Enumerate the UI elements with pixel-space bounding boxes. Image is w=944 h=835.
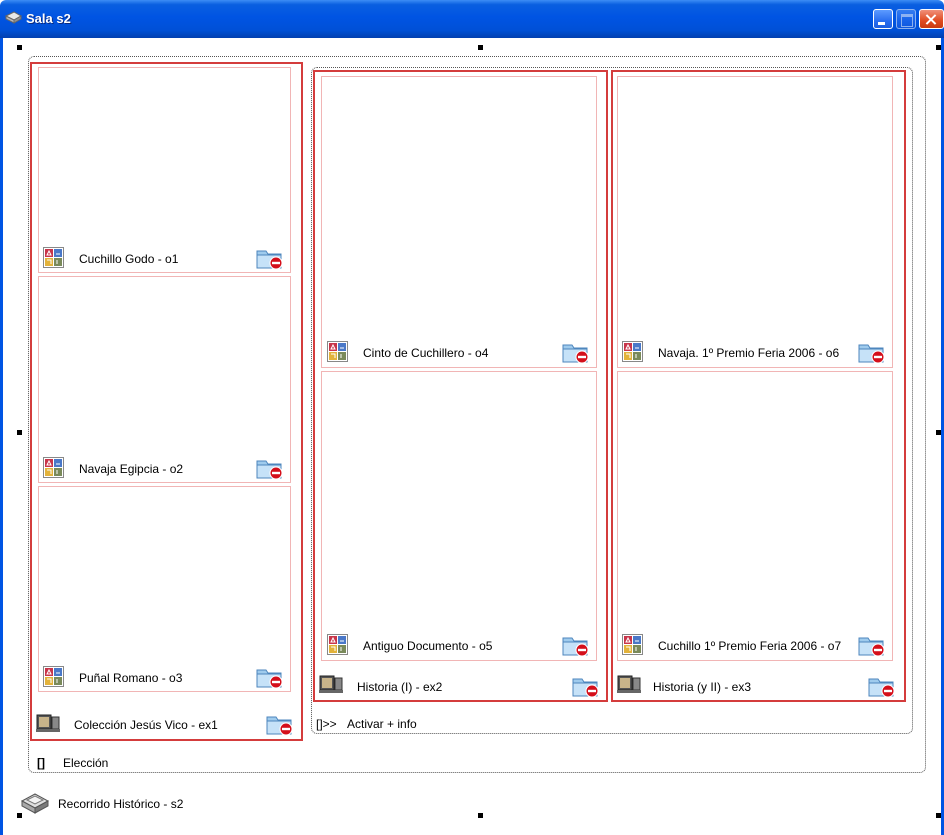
folder-remove-icon[interactable] — [256, 456, 284, 480]
object-o6[interactable] — [617, 76, 893, 368]
window-title-bar[interactable]: Sala s2 — [0, 0, 944, 38]
folder-remove-icon[interactable] — [868, 674, 896, 698]
object-o3[interactable] — [38, 486, 291, 692]
exhibit-ex2-label: Historia (I) - ex2 — [357, 680, 443, 694]
window-title: Sala s2 — [26, 11, 71, 26]
object-o1[interactable] — [38, 67, 291, 273]
activar-marker: []>> — [316, 717, 337, 731]
room-label: Recorrido Histórico - s2 — [58, 797, 184, 811]
object-thumbnail-icon — [43, 247, 64, 268]
resize-handle-se[interactable] — [936, 813, 941, 818]
exhibit-icon — [617, 674, 641, 694]
object-thumbnail-icon — [327, 341, 348, 362]
object-o7-label: Cuchillo 1º Premio Feria 2006 - o7 — [658, 639, 842, 653]
folder-remove-icon[interactable] — [562, 340, 590, 364]
folder-remove-icon[interactable] — [256, 665, 284, 689]
folder-remove-icon[interactable] — [256, 246, 284, 270]
object-o4-label: Cinto de Cuchillero - o4 — [363, 346, 489, 360]
maximize-icon[interactable] — [896, 9, 916, 29]
folder-remove-icon[interactable] — [572, 674, 600, 698]
close-icon[interactable] — [919, 9, 944, 29]
folder-remove-icon[interactable] — [858, 633, 886, 657]
room-icon — [5, 11, 22, 24]
resize-handle-ne[interactable] — [936, 45, 941, 50]
minimize-icon[interactable] — [873, 9, 893, 29]
object-o3-label: Puñal Romano - o3 — [79, 671, 183, 685]
eleccion-marker: [] — [37, 756, 45, 770]
folder-remove-icon[interactable] — [858, 340, 886, 364]
resize-handle-w[interactable] — [17, 430, 22, 435]
exhibit-icon — [319, 674, 343, 694]
object-thumbnail-icon — [622, 634, 643, 655]
resize-handle-n[interactable] — [478, 45, 483, 50]
room-icon — [20, 793, 50, 814]
object-o1-label: Cuchillo Godo - o1 — [79, 252, 179, 266]
resize-handle-nw[interactable] — [17, 45, 22, 50]
activar-label: Activar + info — [347, 717, 417, 731]
folder-remove-icon[interactable] — [562, 633, 590, 657]
object-thumbnail-icon — [43, 457, 64, 478]
object-o4[interactable] — [321, 76, 597, 368]
folder-remove-icon[interactable] — [266, 712, 294, 736]
resize-handle-s[interactable] — [478, 813, 483, 818]
object-o5-label: Antiguo Documento - o5 — [363, 639, 493, 653]
window-frame-left — [0, 38, 3, 835]
object-o2[interactable] — [38, 276, 291, 483]
object-o5[interactable] — [321, 371, 597, 661]
object-thumbnail-icon — [43, 666, 64, 687]
object-thumbnail-icon — [622, 341, 643, 362]
exhibit-ex3-label: Historia (y II) - ex3 — [653, 680, 752, 694]
object-o6-label: Navaja. 1º Premio Feria 2006 - o6 — [658, 346, 840, 360]
exhibit-ex1-label: Colección Jesús Vico - ex1 — [74, 718, 218, 732]
exhibit-icon — [36, 713, 60, 733]
object-thumbnail-icon — [327, 634, 348, 655]
resize-handle-e[interactable] — [936, 430, 941, 435]
object-o7[interactable] — [617, 371, 893, 661]
object-o2-label: Navaja Egipcia - o2 — [79, 462, 184, 476]
eleccion-label: Elección — [63, 756, 109, 770]
